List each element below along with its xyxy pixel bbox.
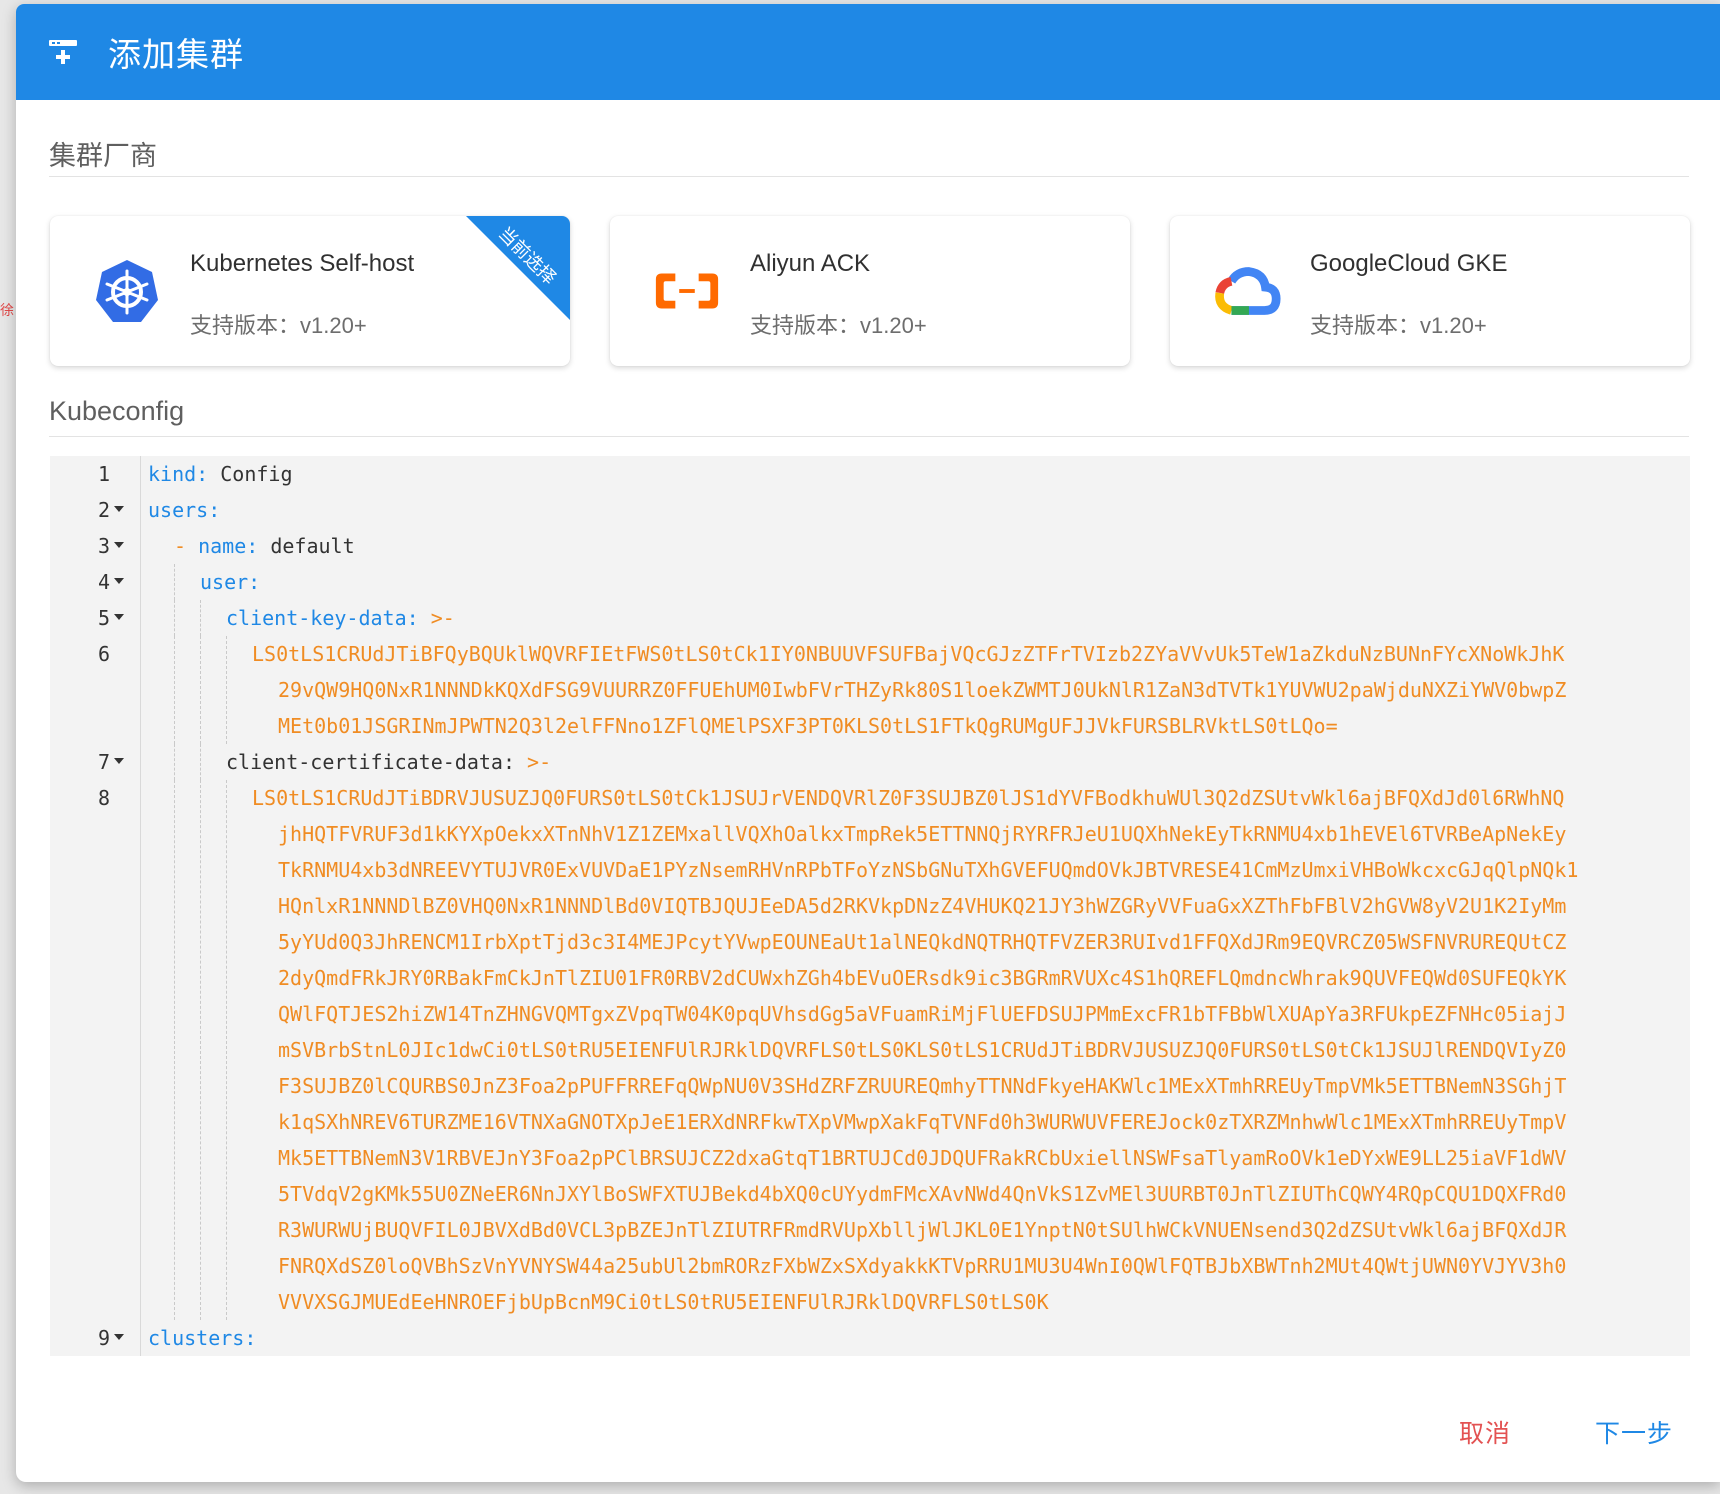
- indent-guide: [174, 564, 175, 600]
- line-number: 6: [97, 642, 110, 666]
- code-line: 3 - name: default: [50, 528, 1690, 564]
- code-line: 5 client-key-data: >-: [50, 600, 1690, 636]
- code-text: users:: [148, 498, 221, 522]
- code-text: user:: [200, 570, 261, 594]
- vendor-card-kubernetes[interactable]: Kubernetes Self-host 支持版本：v1.20+ 当前选择: [50, 216, 570, 366]
- indent-guide: [226, 636, 227, 744]
- code-text: LS0tLS1CRUdJTiBFQyBQUklWQVRFIEtFWS0tLS0t…: [252, 642, 1565, 666]
- code-text: k1qSXhNREV6TURZME16VTNXaGNOTXpJeE1ERXdNR…: [278, 1110, 1567, 1134]
- line-number: 8: [97, 786, 110, 810]
- code-text: 2dyQmdFRkJRY0RBakFmCkJnTlZIU01FR0RBV2dCU…: [278, 966, 1567, 990]
- code-line: 4 user:: [50, 564, 1690, 600]
- code-text: HQnlxR1NNNDlBZ0VHQ0NxR1NNNDlBd0VIQTBJQUJ…: [278, 894, 1567, 918]
- indent-guide: [174, 600, 175, 636]
- code-line: 9 clusters:: [50, 1320, 1690, 1356]
- code-line: 7 client-certificate-data: >-: [50, 744, 1690, 780]
- code-text: jhHQTFVRUF3d1kKYXpOekxXTnNhV1Z1ZEMxallVQ…: [278, 822, 1567, 846]
- dialog-title: 添加集群: [108, 36, 244, 73]
- code-text: kind: Config: [148, 462, 293, 486]
- code-text: 5TVdqV2gKMk55U0ZNeER6NnJXYlBoSWFXTUJBekd…: [278, 1182, 1567, 1206]
- vendor-version: 支持版本：v1.20+: [1310, 313, 1487, 338]
- code-text: - name: default: [174, 534, 355, 558]
- code-text: FNRQXdSZ0loQVBhSzVnYVNYSW44a25ubUl2bmROR…: [278, 1254, 1567, 1278]
- vendor-name: Aliyun ACK: [750, 250, 871, 277]
- vendor-version: 支持版本：v1.20+: [750, 313, 927, 338]
- indent-guide: [200, 636, 201, 744]
- google-cloud-icon: [1212, 256, 1282, 326]
- line-number: 7: [97, 750, 110, 774]
- aliyun-icon: [652, 256, 722, 326]
- indent-guide: [226, 780, 227, 1320]
- code-text: LS0tLS1CRUdJTiBDRVJUSUZJQ0FURS0tLS0tCk1J…: [252, 786, 1565, 810]
- code-text: QWlFQTJES2hiZW14TnZHNGVQMTgxZVpqTW04K0pq…: [278, 1002, 1567, 1026]
- indent-guide: [200, 780, 201, 1320]
- indent-guide: [174, 744, 175, 780]
- line-number: 9: [97, 1326, 110, 1350]
- section-divider: [49, 176, 1689, 177]
- vendor-version: 支持版本：v1.20+: [190, 313, 367, 338]
- code-text: MEt0b01JSGRINmJPWTN2Q3l2elFFNno1ZFlQMElP…: [278, 714, 1338, 738]
- code-line: 2 users:: [50, 492, 1690, 528]
- fold-toggle-icon[interactable]: [114, 578, 124, 584]
- code-text: clusters:: [148, 1326, 257, 1350]
- code-line: 8 LS0tLS1CRUdJTiBDRVJUSUZJQ0FURS0tLS0tCk…: [50, 780, 1690, 1320]
- indent-guide: [200, 744, 201, 780]
- code-text: mSVBrbStnL0JIc1dwCi0tLS0tRU5EIENFUlRJRkl…: [278, 1038, 1567, 1062]
- vendor-name: GoogleCloud GKE: [1310, 250, 1508, 277]
- fold-toggle-icon[interactable]: [114, 542, 124, 548]
- code-line: 1 kind: Config: [50, 456, 1690, 492]
- vendor-card-aliyun[interactable]: Aliyun ACK 支持版本：v1.20+: [610, 216, 1130, 366]
- indent-guide: [174, 780, 175, 1320]
- next-step-button[interactable]: 下一步: [1595, 1414, 1673, 1450]
- fold-toggle-icon[interactable]: [114, 614, 124, 620]
- fold-toggle-icon[interactable]: [114, 758, 124, 764]
- indent-guide: [174, 636, 175, 744]
- code-text: F3SUJBZ0lCQURBS0JnZ3Foa2pPUFFRREFqQWpNU0…: [278, 1074, 1567, 1098]
- dialog-header: 添加集群: [16, 4, 1720, 100]
- add-cluster-dialog: 添加集群 集群厂商 Kubernetes Self-host 支持版本：v1.2…: [16, 4, 1720, 1482]
- vendor-section-label: 集群厂商: [49, 141, 157, 171]
- cancel-button[interactable]: 取消: [1459, 1414, 1511, 1450]
- backdrop-text-fragment: 徐: [0, 302, 14, 318]
- code-line: 6 LS0tLS1CRUdJTiBFQyBQUklWQVRFIEtFWS0tLS…: [50, 636, 1690, 744]
- line-number: 1: [97, 462, 110, 486]
- line-number: 4: [97, 570, 110, 594]
- indent-guide: [200, 600, 201, 636]
- vendor-card-google[interactable]: GoogleCloud GKE 支持版本：v1.20+: [1170, 216, 1690, 366]
- fold-toggle-icon[interactable]: [114, 506, 124, 512]
- kubernetes-icon: [92, 256, 162, 326]
- code-text: 29vQW9HQ0NxR1NNNDkKQXdFSG9VUURRZ0FFUEhUM…: [278, 678, 1567, 702]
- line-number: 2: [97, 498, 110, 522]
- vendor-name: Kubernetes Self-host: [190, 250, 415, 277]
- add-server-icon: [46, 35, 80, 69]
- kubeconfig-section-label: Kubeconfig: [49, 396, 185, 426]
- section-divider: [49, 436, 1689, 437]
- selected-ribbon: 当前选择: [466, 216, 570, 320]
- line-number: 3: [97, 534, 110, 558]
- code-text: client-certificate-data: >-: [226, 750, 552, 774]
- code-text: Mk5ETTBNemN3V1RBVEJnY3Foa2pPClBRSUJCZ2dx…: [278, 1146, 1567, 1170]
- code-text: 5yYUd0Q3JhRENCM1IrbXptTjd3c3I4MEJPcytYVw…: [278, 930, 1567, 954]
- code-text: VVVXSGJMUEdEeHNROEFjbUpBcnM9Ci0tLS0tRU5E…: [278, 1290, 1049, 1314]
- code-text: TkRNMU4xb3dNREEVYTUJVR0ExVUVDaE1PYzNsemR…: [278, 858, 1579, 882]
- code-text: R3WURWUjBUQVFIL0JBVXdBd0VCL3pBZEJnTlZIUT…: [278, 1218, 1567, 1242]
- kubeconfig-editor[interactable]: 1 kind: Config 2 users: 3 - name: defaul…: [50, 456, 1690, 1356]
- line-number: 5: [97, 606, 110, 630]
- fold-toggle-icon[interactable]: [114, 1334, 124, 1340]
- code-text: client-key-data: >-: [226, 606, 455, 630]
